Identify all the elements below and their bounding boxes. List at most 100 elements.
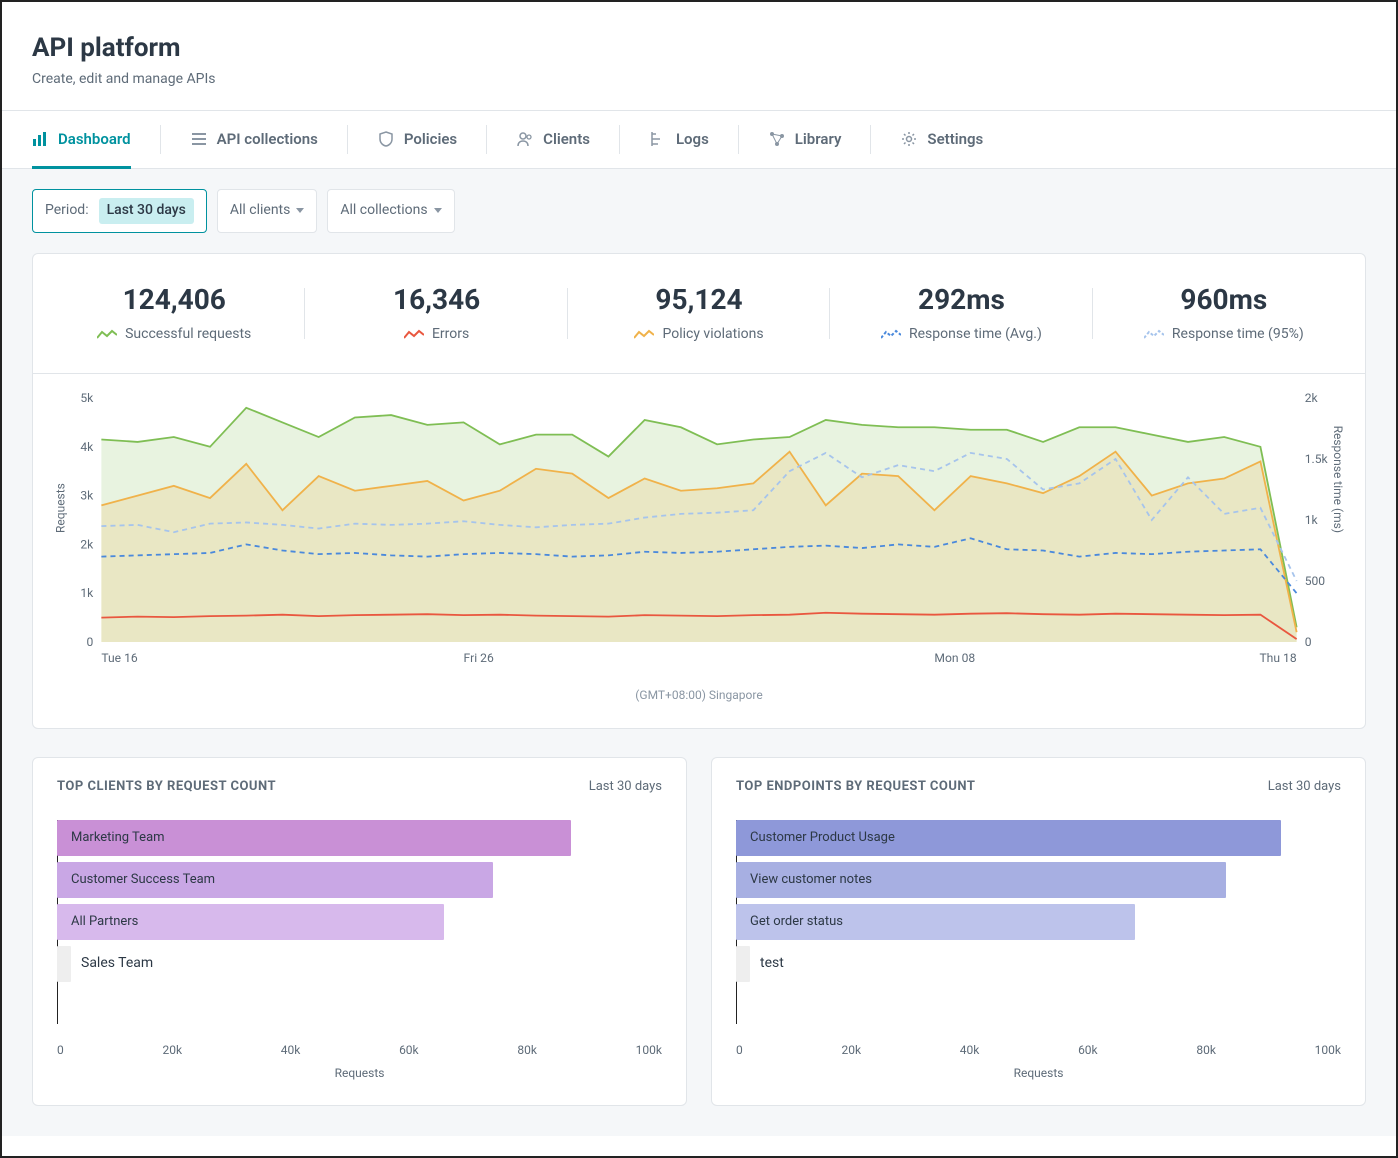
bar-row: Customer Success Team xyxy=(57,862,662,898)
metric-label-text: Response time (Avg.) xyxy=(909,325,1042,345)
tab-label: Clients xyxy=(543,129,590,150)
bar-label: test xyxy=(760,954,784,974)
list-icon xyxy=(191,131,207,147)
axis-tick: 0 xyxy=(57,1042,64,1059)
bar-label: Get order status xyxy=(750,913,843,931)
graph-icon xyxy=(769,131,785,147)
bar-row: Get order status xyxy=(736,904,1341,940)
page-subtitle: Create, edit and manage APIs xyxy=(32,70,1366,90)
bar-label: Customer Product Usage xyxy=(750,829,895,847)
metric-value: 960ms xyxy=(1093,280,1355,319)
period-value: Last 30 days xyxy=(99,198,194,224)
collections-filter[interactable]: All collections xyxy=(327,189,454,233)
metric-label: Response time (95%) xyxy=(1144,325,1304,345)
period-filter[interactable]: Period: Last 30 days xyxy=(32,189,207,233)
bar-row: Sales Team xyxy=(57,946,662,982)
axis-tick: 0 xyxy=(736,1042,743,1059)
bar-label: Sales Team xyxy=(81,954,153,974)
bar-row: All Partners xyxy=(57,904,662,940)
top-endpoints-period: Last 30 days xyxy=(1268,778,1341,796)
chevron-down-icon xyxy=(434,208,442,213)
top-clients-axis-title: Requests xyxy=(57,1065,662,1082)
top-endpoints-title: TOP ENDPOINTS BY REQUEST COUNT xyxy=(736,778,975,796)
svg-text:Mon 08: Mon 08 xyxy=(934,651,975,665)
axis-tick: 80k xyxy=(517,1042,537,1059)
metric-label: Policy violations xyxy=(634,325,763,345)
metric-value: 16,346 xyxy=(305,280,567,319)
bar-chart-icon xyxy=(32,131,48,147)
tab-settings[interactable]: Settings xyxy=(901,111,983,168)
shield-icon xyxy=(378,131,394,147)
metric-label: Response time (Avg.) xyxy=(881,325,1042,345)
axis-tick: 20k xyxy=(841,1042,861,1059)
timezone-caption: (GMT+08:00) Singapore xyxy=(63,687,1335,704)
bar[interactable] xyxy=(57,946,71,982)
svg-text:3k: 3k xyxy=(80,489,94,503)
tab-dashboard[interactable]: Dashboard xyxy=(32,111,131,168)
bar[interactable]: Customer Success Team xyxy=(57,862,493,898)
metric-label-text: Response time (95%) xyxy=(1172,325,1304,345)
top-endpoints-bars: Customer Product Usage View customer note… xyxy=(736,820,1341,1024)
page-header: API platform Create, edit and manage API… xyxy=(2,2,1396,110)
bar[interactable]: Marketing Team xyxy=(57,820,571,856)
bar-label: Customer Success Team xyxy=(71,871,215,889)
line-swatch-icon xyxy=(404,329,424,341)
top-clients-card: TOP CLIENTS BY REQUEST COUNT Last 30 day… xyxy=(32,757,687,1107)
metric-label: Errors xyxy=(404,325,469,345)
metric-label-text: Successful requests xyxy=(125,325,251,345)
top-clients-bars: Marketing Team Customer Success Team All P… xyxy=(57,820,662,1024)
bar-row: Customer Product Usage xyxy=(736,820,1341,856)
bottom-grid: TOP CLIENTS BY REQUEST COUNT Last 30 day… xyxy=(32,757,1366,1107)
top-endpoints-axis-title: Requests xyxy=(736,1065,1341,1082)
bar-row: View customer notes xyxy=(736,862,1341,898)
metric: 124,406 Successful requests xyxy=(43,280,305,348)
right-axis-label: Response time (ms) xyxy=(1329,426,1346,533)
clients-filter-label: All clients xyxy=(230,201,291,221)
bar[interactable]: All Partners xyxy=(57,904,444,940)
axis-tick: 100k xyxy=(636,1042,662,1059)
bar[interactable]: Customer Product Usage xyxy=(736,820,1281,856)
svg-text:0: 0 xyxy=(1305,635,1312,649)
svg-text:2k: 2k xyxy=(80,538,94,552)
line-swatch-icon xyxy=(1144,329,1164,341)
chart-area: Requests Response time (ms) 01k2k3k4k5k0… xyxy=(33,373,1365,727)
svg-text:1k: 1k xyxy=(80,586,94,600)
tab-library[interactable]: Library xyxy=(769,111,842,168)
bar-label: View customer notes xyxy=(750,871,872,889)
svg-text:Thu 18: Thu 18 xyxy=(1259,651,1296,665)
bar[interactable] xyxy=(736,946,750,982)
bar[interactable]: Get order status xyxy=(736,904,1135,940)
overview-chart-card: 124,406 Successful requests 16,346 Error… xyxy=(32,253,1366,729)
axis-tick: 60k xyxy=(399,1042,419,1059)
chevron-down-icon xyxy=(296,208,304,213)
tab-logs[interactable]: Logs xyxy=(650,111,709,168)
bar-label: All Partners xyxy=(71,913,138,931)
tab-clients[interactable]: Clients xyxy=(517,111,590,168)
svg-text:4k: 4k xyxy=(80,440,94,454)
clients-filter[interactable]: All clients xyxy=(217,189,318,233)
axis-tick: 20k xyxy=(162,1042,182,1059)
tab-label: Library xyxy=(795,129,842,150)
axis-tick: 80k xyxy=(1196,1042,1216,1059)
users-icon xyxy=(517,131,533,147)
overview-chart: 01k2k3k4k5k05001k1.5k2kTue 16Fri 26Mon 0… xyxy=(63,390,1335,670)
bar[interactable]: View customer notes xyxy=(736,862,1226,898)
bar-row: Marketing Team xyxy=(57,820,662,856)
dashboard-body: Period: Last 30 days All clients All col… xyxy=(2,169,1396,1136)
svg-text:0: 0 xyxy=(86,635,93,649)
svg-text:1k: 1k xyxy=(1305,513,1319,527)
axis-tick: 100k xyxy=(1315,1042,1341,1059)
svg-text:Fri 26: Fri 26 xyxy=(464,651,494,665)
svg-text:2k: 2k xyxy=(1305,391,1319,405)
metric: 960ms Response time (95%) xyxy=(1093,280,1355,348)
page-title: API platform xyxy=(32,30,1366,66)
metric: 292ms Response time (Avg.) xyxy=(830,280,1092,348)
top-endpoints-axis: 020k40k60k80k100k xyxy=(736,1042,1341,1059)
chart-svg-wrap: Requests Response time (ms) 01k2k3k4k5k0… xyxy=(63,390,1335,677)
tab-policies[interactable]: Policies xyxy=(378,111,457,168)
filter-bar: Period: Last 30 days All clients All col… xyxy=(32,189,1366,233)
tab-collections[interactable]: API collections xyxy=(191,111,318,168)
period-label: Period: xyxy=(45,201,89,221)
top-clients-title: TOP CLIENTS BY REQUEST COUNT xyxy=(57,778,276,796)
axis-tick: 40k xyxy=(960,1042,980,1059)
